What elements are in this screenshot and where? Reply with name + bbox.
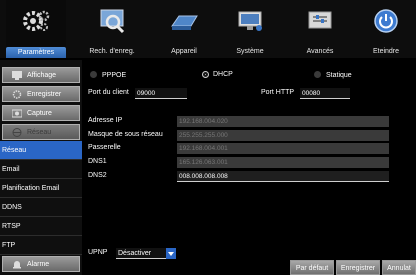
dns2-input[interactable]: 008.008.008.008 (177, 171, 389, 182)
tab-label: Appareil (171, 48, 197, 55)
power-icon (374, 9, 398, 33)
tab-appareil[interactable]: Appareil (154, 0, 214, 58)
tab-label: Système (236, 48, 264, 55)
sidebar-sub-ftp[interactable]: FTP (0, 236, 82, 255)
capture-icon (12, 109, 22, 118)
sidebar-item-label: Réseau (27, 129, 52, 136)
sidebar-item-affichage[interactable]: Affichage (2, 67, 80, 83)
ip-input[interactable]: 192.168.004.020 (177, 116, 389, 127)
radio-label: PPPOE (102, 72, 127, 79)
tab-label: Eteindre (372, 48, 400, 55)
gateway-input[interactable]: 192.168.004.001 (177, 143, 389, 154)
sidebar-item-alarme[interactable]: Alarme (2, 256, 80, 272)
tab-label: Paramètres (6, 47, 66, 58)
gateway-label: Passerelle (88, 144, 121, 151)
sidebar-item-label: Enregistrer (27, 91, 62, 98)
tab-label: Avancés (306, 48, 334, 55)
radio-statique[interactable]: Statique (314, 71, 352, 79)
client-port-input[interactable]: 09000 (135, 88, 187, 99)
save-button[interactable]: Enregistrer (336, 260, 380, 275)
sidebar-sub-email[interactable]: Email (0, 160, 82, 179)
ip-label: Adresse IP (88, 117, 123, 124)
tab-avances[interactable]: Avancés (290, 0, 350, 58)
mask-label: Masque de sous réseau (88, 131, 163, 138)
radio-dot-selected (203, 72, 208, 77)
dns2-label: DNS2 (88, 172, 107, 179)
radio-label: DHCP (213, 71, 233, 78)
mask-input[interactable]: 255.255.255.000 (177, 130, 389, 141)
network-settings-panel: PPPOE DHCP Statique Port du client 09000… (86, 60, 416, 275)
sidebar-sub-rtsp[interactable]: RTSP (0, 217, 82, 236)
tab-eteindre[interactable]: Eteindre (356, 0, 416, 58)
sidebar-item-reseau[interactable]: Réseau (2, 124, 80, 140)
sidebar-sub-label: RTSP (2, 223, 21, 230)
dns1-input[interactable]: 165.126.063.001 (177, 157, 389, 168)
network-icon (12, 128, 22, 137)
sidebar-sub-label: Email (2, 166, 20, 173)
top-navigation: Paramètres Rech. d'enreg. Appareil Systè… (0, 0, 416, 58)
upnp-label: UPNP (88, 249, 108, 256)
radio-label: Statique (326, 72, 352, 79)
monitor-icon (238, 11, 262, 31)
sidebar-sub-label: DDNS (2, 204, 22, 211)
alarm-icon (13, 261, 21, 269)
tab-label: Rech. d'enreg. (89, 48, 135, 55)
radio-pppoe[interactable]: PPPOE (90, 71, 126, 79)
upnp-value: Désactiver (118, 250, 152, 257)
tab-systeme[interactable]: Système (220, 0, 280, 58)
sidebar-item-label: Capture (27, 110, 52, 117)
sidebar-sub-planification-email[interactable]: Planification Email (0, 179, 82, 198)
default-button[interactable]: Par défaut (290, 260, 334, 275)
sidebar-item-capture[interactable]: Capture (2, 105, 80, 121)
settings-box-icon (308, 11, 332, 29)
cancel-button[interactable]: Annulat (382, 260, 416, 275)
search-icon (100, 9, 125, 34)
record-gear-icon (12, 90, 22, 99)
sidebar-sub-label: FTP (2, 242, 16, 249)
sidebar-item-label: Affichage (27, 72, 57, 79)
sidebar-sub-ddns[interactable]: DDNS (0, 198, 82, 217)
sidebar-item-label: Alarme (27, 261, 50, 268)
tab-parametres[interactable]: Paramètres (6, 0, 66, 58)
hard-disk-icon (171, 15, 198, 30)
chevron-down-icon (166, 248, 176, 259)
sidebar-item-enregistrer[interactable]: Enregistrer (2, 86, 80, 102)
sidebar-sub-label: Planification Email (2, 185, 60, 192)
sidebar-sub-reseau[interactable]: Réseau (0, 141, 82, 160)
client-port-label: Port du client (88, 89, 129, 96)
http-port-label: Port HTTP (261, 89, 295, 96)
upnp-select[interactable]: Désactiver (116, 248, 176, 259)
radio-dhcp[interactable]: DHCP (203, 71, 233, 78)
dns1-label: DNS1 (88, 158, 107, 165)
gear-icon (23, 10, 50, 31)
sidebar: Affichage Enregistrer Capture Réseau Rés… (0, 60, 82, 275)
sidebar-sub-label: Réseau (2, 147, 27, 154)
radio-dot (314, 71, 321, 78)
tab-rech-enreg[interactable]: Rech. d'enreg. (82, 0, 142, 58)
http-port-input[interactable]: 00080 (300, 88, 350, 99)
radio-dot (90, 71, 97, 78)
display-icon (12, 71, 22, 80)
